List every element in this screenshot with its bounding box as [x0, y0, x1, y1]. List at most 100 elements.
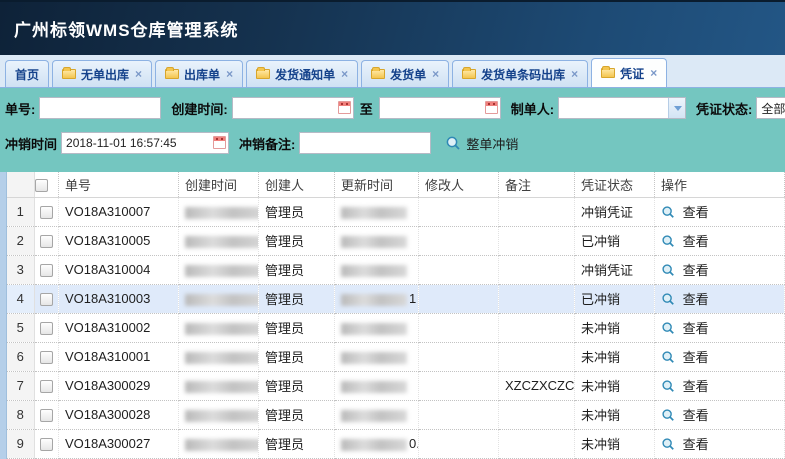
view-icon: [661, 379, 675, 393]
voucher-grid: 单号 创建时间 创建人 更新时间 修改人 备注 凭证状态 操作 1 VO18A3…: [0, 172, 785, 459]
view-action[interactable]: 查看: [655, 197, 785, 226]
row-checkbox[interactable]: [40, 235, 53, 248]
maker-combo: [558, 97, 686, 119]
tab-outbound-order[interactable]: 出库单 ×: [155, 60, 243, 87]
writeoff-time-input[interactable]: [61, 132, 229, 154]
table-row[interactable]: 6 VO18A310001 管理员 未冲销 查看: [7, 342, 785, 371]
row-checkbox[interactable]: [40, 206, 53, 219]
row-checkbox-cell[interactable]: [35, 284, 59, 313]
maker-input[interactable]: [558, 97, 686, 119]
view-action[interactable]: 查看: [655, 400, 785, 429]
created-time-cell: 1: [179, 400, 259, 429]
creator-cell: 管理员: [259, 429, 335, 458]
created-from-input[interactable]: [232, 97, 354, 119]
created-time-cell: [179, 313, 259, 342]
view-action[interactable]: 查看: [655, 429, 785, 458]
table-row[interactable]: 3 VO18A310004 管理员 冲销凭证 查看: [7, 255, 785, 284]
row-checkbox-cell[interactable]: [35, 400, 59, 429]
calendar-icon[interactable]: [338, 101, 351, 114]
updated-time-cell: [335, 226, 419, 255]
writeoff-remark-input[interactable]: [299, 132, 431, 154]
writeoff-whole-order-button[interactable]: 整单冲销: [445, 134, 518, 153]
col-creator[interactable]: 创建人: [259, 172, 335, 197]
row-checkbox[interactable]: [40, 438, 53, 451]
row-checkbox[interactable]: [40, 351, 53, 364]
row-checkbox-cell[interactable]: [35, 226, 59, 255]
redacted-updated-time: [341, 294, 407, 306]
table-row[interactable]: 2 VO18A310005 管理员 已冲销 查看: [7, 226, 785, 255]
created-time-cell: [179, 226, 259, 255]
tab-shipping-notice[interactable]: 发货通知单 ×: [246, 60, 358, 87]
tab-close-icon[interactable]: ×: [650, 66, 657, 80]
table-row[interactable]: 8 VO18A300028 1 管理员 未冲销 查看: [7, 400, 785, 429]
col-created-time[interactable]: 创建时间: [179, 172, 259, 197]
col-voucher-status[interactable]: 凭证状态: [575, 172, 655, 197]
tab-close-icon[interactable]: ×: [432, 67, 439, 81]
select-all-header[interactable]: [35, 172, 59, 197]
created-time-cell: [179, 255, 259, 284]
tab-close-icon[interactable]: ×: [571, 67, 578, 81]
table-row[interactable]: 9 VO18A300027 0.1 管理员 0.20 未冲销 查看: [7, 429, 785, 458]
view-icon: [661, 321, 675, 335]
redacted-created-time: [185, 439, 259, 451]
table-row[interactable]: 1 VO18A310007 1 管理员 冲销凭证 查看: [7, 197, 785, 226]
modifier-cell: [419, 371, 499, 400]
col-updated-time[interactable]: 更新时间: [335, 172, 419, 197]
row-checkbox[interactable]: [40, 409, 53, 422]
redacted-updated-time: [341, 323, 407, 335]
calendar-icon[interactable]: [213, 136, 226, 149]
chevron-down-icon[interactable]: [668, 98, 685, 118]
row-checkbox[interactable]: [40, 380, 53, 393]
status-cell: 未冲销: [575, 371, 655, 400]
order-no-input[interactable]: [39, 97, 161, 119]
tab-home[interactable]: 首页 ×: [5, 60, 49, 87]
created-time-cell: [179, 342, 259, 371]
table-row[interactable]: 5 VO18A310002 管理员 未冲销 查看: [7, 313, 785, 342]
view-action[interactable]: 查看: [655, 284, 785, 313]
row-checkbox-cell[interactable]: [35, 313, 59, 342]
view-label: 查看: [683, 292, 709, 307]
created-time-cell: 0.1: [179, 429, 259, 458]
row-checkbox-cell[interactable]: [35, 255, 59, 284]
col-order-no[interactable]: 单号: [59, 172, 179, 197]
row-checkbox[interactable]: [40, 322, 53, 335]
row-checkbox[interactable]: [40, 293, 53, 306]
view-action[interactable]: 查看: [655, 342, 785, 371]
redacted-created-time: [185, 352, 259, 364]
status-cell: 未冲销: [575, 400, 655, 429]
view-action[interactable]: 查看: [655, 255, 785, 284]
tab-close-icon[interactable]: ×: [135, 67, 142, 81]
order-no-cell: VO18A310003: [59, 284, 179, 313]
view-label: 查看: [683, 263, 709, 278]
tab-shipping-barcode-outbound[interactable]: 发货单条码出库 ×: [452, 60, 588, 87]
table-row[interactable]: 7 VO18A300029 管理员 XZCZXCZC 未冲销 查看: [7, 371, 785, 400]
folder-icon: [462, 69, 476, 79]
tab-shipping-order[interactable]: 发货单 ×: [361, 60, 449, 87]
col-remark[interactable]: 备注: [499, 172, 575, 197]
row-checkbox-cell[interactable]: [35, 197, 59, 226]
creator-cell: 管理员: [259, 226, 335, 255]
redacted-updated-time: [341, 381, 407, 393]
tab-no-order-outbound[interactable]: 无单出库 ×: [52, 60, 152, 87]
col-actions[interactable]: 操作: [655, 172, 785, 197]
tab-label: 无单出库: [81, 66, 129, 83]
col-modifier[interactable]: 修改人: [419, 172, 499, 197]
tab-voucher[interactable]: 凭证 ×: [591, 58, 667, 87]
writeoff-time-field: [61, 132, 229, 154]
created-to-input[interactable]: [379, 97, 501, 119]
row-checkbox[interactable]: [40, 264, 53, 277]
row-checkbox-cell[interactable]: [35, 371, 59, 400]
voucher-status-select[interactable]: [756, 97, 785, 119]
tab-close-icon[interactable]: ×: [341, 67, 348, 81]
filter-row-2: 冲销时间 冲销备注: 整单冲销: [5, 130, 785, 156]
tab-close-icon[interactable]: ×: [226, 67, 233, 81]
row-checkbox-cell[interactable]: [35, 429, 59, 458]
table-row[interactable]: 4 VO18A310003 管理员 1 已冲销 查看: [7, 284, 785, 313]
row-checkbox-cell[interactable]: [35, 342, 59, 371]
view-action[interactable]: 查看: [655, 371, 785, 400]
calendar-icon[interactable]: [485, 101, 498, 114]
view-action[interactable]: 查看: [655, 313, 785, 342]
view-action[interactable]: 查看: [655, 226, 785, 255]
folder-icon: [371, 69, 385, 79]
select-all-checkbox[interactable]: [35, 179, 48, 192]
